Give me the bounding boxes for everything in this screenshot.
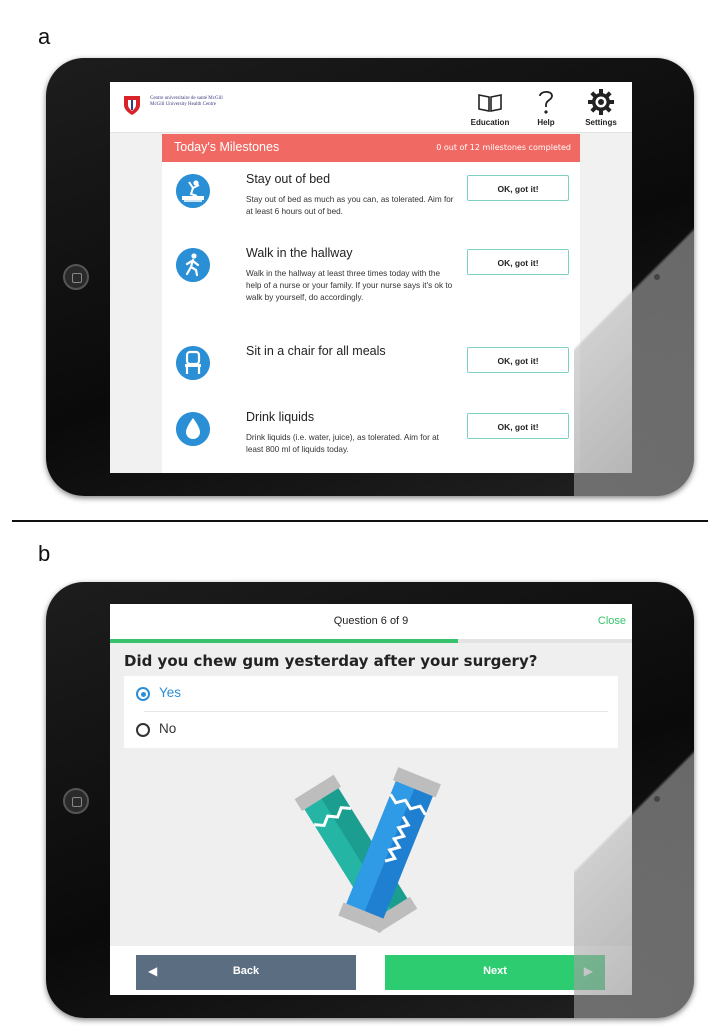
milestones-title: Today's Milestones [174,140,280,154]
ok-got-it-button[interactable]: OK, got it! [467,175,569,201]
nav-settings-label: Settings [585,118,617,127]
panel-letter-b: b [38,541,51,566]
radio-selected-icon[interactable] [136,687,150,701]
question-icon [539,90,553,114]
milestone-name: Sit in a chair for all meals [246,344,386,358]
milestone-name: Walk in the hallway [246,246,353,260]
water-drop-icon [176,412,210,446]
gear-icon [588,89,614,115]
milestone-description: Stay out of bed as much as you can, as t… [246,195,454,216]
milestones-list: Today's Milestones 0 out of 12 milestone… [162,134,580,473]
next-button-label: Next [483,965,507,977]
logo-line-english: McGill University Health Centre [150,102,216,107]
out-of-bed-icon [176,174,210,208]
milestone-name: Stay out of bed [246,172,331,186]
question-header: Question 6 of 9 Close [110,604,632,640]
nav-help[interactable]: Help [520,86,572,130]
home-button-icon [63,788,89,814]
milestones-screen: Centre universitaire de santé McGill McG… [110,82,632,473]
milestone-description: Walk in the hallway at least three times… [246,269,453,302]
option-yes[interactable]: Yes [124,676,618,712]
ok-got-it-button[interactable]: OK, got it! [467,413,569,439]
next-button[interactable]: Next ▶ [385,955,605,990]
nav-education-label: Education [470,118,510,127]
question-counter: Question 6 of 9 [333,615,409,627]
close-button[interactable]: Close [598,615,626,627]
milestone-item: Drink liquids Drink liquids (i.e. water,… [162,400,580,473]
nav-settings[interactable]: Settings [575,86,627,130]
progress-bar [110,639,459,643]
back-button-label: Back [232,965,260,977]
logo-text: Centre universitaire de santé McGill McG… [150,96,223,108]
camera-icon [654,274,660,280]
survey-screen: Question 6 of 9 Close Did you chew gum y… [110,604,632,995]
milestones-count: 0 out of 12 milestones completed [436,143,571,152]
book-icon [478,94,502,112]
arrow-right-icon: ▶ [583,964,593,978]
nav-education[interactable]: Education [464,86,516,130]
home-button-icon [63,264,89,290]
question-text: Did you chew gum yesterday after your su… [124,652,538,670]
camera-icon [654,796,660,802]
panel-divider [12,520,708,522]
radio-unselected-icon[interactable] [136,723,150,737]
chewing-gum-sticks-illustration [294,767,441,934]
option-label: Yes [159,685,182,700]
milestone-name: Drink liquids [246,410,315,424]
milestones-header: Today's Milestones 0 out of 12 milestone… [162,134,580,162]
ok-got-it-button[interactable]: OK, got it! [467,249,569,275]
milestone-item: Walk in the hallway Walk in the hallway … [162,236,580,335]
milestone-description: Drink liquids (i.e. water, juice), as to… [246,433,439,454]
app-header: Centre universitaire de santé McGill McG… [110,82,632,133]
option-label: No [159,721,177,736]
milestone-item: Sit in a chair for all meals OK, got it! [162,334,580,401]
tablet-frame-a: Centre universitaire de santé McGill McG… [46,58,694,496]
panel-letter-a: a [38,24,51,49]
muhc-logo-icon [124,96,140,115]
answer-options: Yes No [124,676,618,748]
option-no[interactable]: No [124,712,618,748]
tablet-frame-b: Question 6 of 9 Close Did you chew gum y… [46,582,694,1018]
ok-got-it-button[interactable]: OK, got it! [467,347,569,373]
back-button[interactable]: ◀ Back [136,955,356,990]
milestone-item: Stay out of bed Stay out of bed as much … [162,162,580,237]
chair-icon [176,346,210,380]
walking-person-icon [176,248,210,282]
nav-help-label: Help [537,118,555,127]
